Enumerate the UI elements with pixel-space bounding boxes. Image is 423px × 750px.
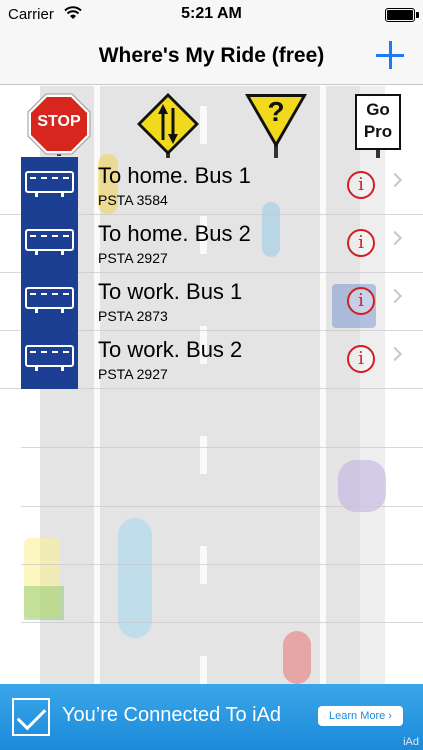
- page-title: Where's My Ride (free): [98, 44, 325, 67]
- info-icon[interactable]: i: [347, 287, 375, 315]
- status-time: 5:21 AM: [181, 5, 242, 22]
- route-row[interactable]: To work. Bus 1 PSTA 2873 i: [0, 273, 423, 331]
- empty-row-separator: [21, 447, 423, 448]
- car-illustration: [283, 631, 311, 684]
- lane-dash: [200, 436, 207, 474]
- grass-illustration: [24, 586, 64, 620]
- route-stop-id: PSTA 3584: [98, 192, 168, 208]
- car-illustration: [118, 518, 152, 638]
- two-way-sign-button[interactable]: [136, 92, 200, 158]
- info-icon[interactable]: i: [347, 229, 375, 257]
- route-name: To home. Bus 1: [98, 163, 251, 188]
- route-stop-id: PSTA 2927: [98, 366, 168, 382]
- sign-toolbar: STOP ? Go Pro: [0, 86, 423, 158]
- stop-sign-label: STOP: [37, 113, 81, 130]
- chevron-right-icon: [387, 346, 403, 362]
- bus-icon: [21, 331, 78, 389]
- route-name: To home. Bus 2: [98, 221, 251, 246]
- route-name: To work. Bus 1: [98, 279, 243, 304]
- car-illustration: [338, 460, 386, 512]
- info-icon[interactable]: i: [347, 345, 375, 373]
- chevron-right-icon: [387, 230, 403, 246]
- lane-dash: [200, 656, 207, 684]
- checkmark-icon: [12, 698, 50, 736]
- iad-banner[interactable]: You’re Connected To iAd Learn More › iAd: [0, 684, 423, 750]
- go-pro-button[interactable]: Go Pro: [355, 94, 401, 158]
- chevron-right-icon: [387, 288, 403, 304]
- route-name: To work. Bus 2: [98, 337, 243, 362]
- go-pro-label-line2: Pro: [363, 122, 393, 141]
- learn-more-button[interactable]: Learn More ›: [318, 706, 403, 726]
- help-sign-label: ?: [267, 96, 285, 127]
- route-stop-id: PSTA 2873: [98, 308, 168, 324]
- bus-icon: [21, 273, 78, 331]
- empty-row-separator: [21, 506, 423, 507]
- empty-row-separator: [21, 622, 423, 623]
- chevron-right-icon: [387, 172, 403, 188]
- two-way-arrows-sign-icon: [137, 93, 199, 158]
- empty-row-separator: [21, 564, 423, 565]
- go-pro-label-line1: Go: [366, 100, 390, 119]
- bus-icon: [21, 157, 78, 215]
- lane-dash: [200, 546, 207, 584]
- route-row[interactable]: To work. Bus 2 PSTA 2927 i: [0, 331, 423, 389]
- plus-icon[interactable]: [375, 40, 405, 70]
- status-bar: Carrier 5:21 AM: [0, 0, 423, 30]
- battery-icon: [385, 8, 419, 22]
- route-stop-id: PSTA 2927: [98, 250, 168, 266]
- stop-sign-button[interactable]: STOP: [27, 92, 91, 156]
- bus-icon: [21, 215, 78, 273]
- navigation-bar: Where's My Ride (free): [0, 30, 423, 85]
- info-icon[interactable]: i: [347, 171, 375, 199]
- route-row[interactable]: To home. Bus 2 PSTA 2927 i: [0, 215, 423, 273]
- iad-label: iAd: [403, 736, 419, 748]
- ad-message: You’re Connected To iAd: [62, 704, 282, 726]
- help-sign-button[interactable]: ?: [244, 92, 308, 158]
- route-row[interactable]: To home. Bus 1 PSTA 3584 i: [0, 157, 423, 215]
